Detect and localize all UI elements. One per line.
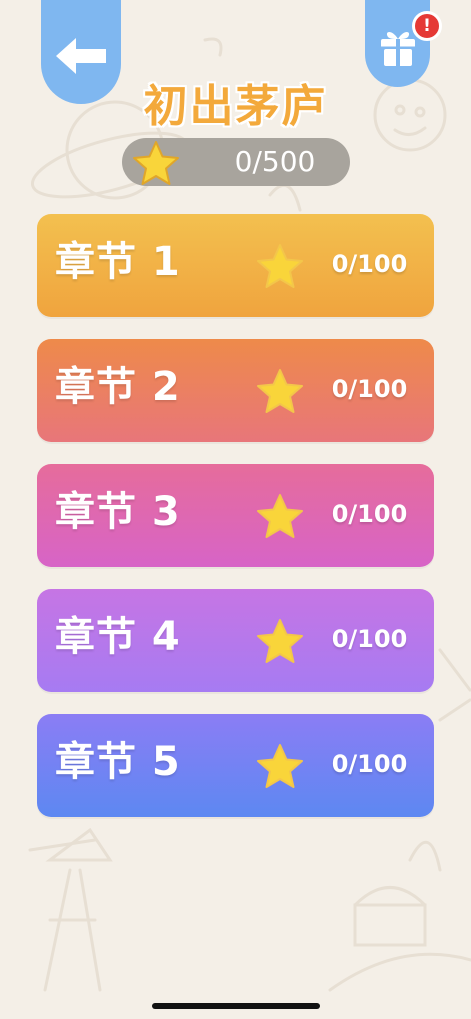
alert-badge: ! bbox=[412, 11, 442, 41]
chapter-card-5[interactable]: 章节 5 0/100 bbox=[37, 714, 434, 817]
chapter-card-1[interactable]: 章节 1 0/100 bbox=[37, 214, 434, 317]
chapter-score: 0/100 bbox=[331, 250, 408, 278]
star-icon bbox=[257, 494, 303, 538]
chapter-title: 章节 3 bbox=[55, 489, 181, 535]
home-indicator[interactable] bbox=[152, 1003, 320, 1009]
chapter-score: 0/100 bbox=[331, 625, 408, 653]
star-icon bbox=[257, 369, 303, 413]
total-score-text: 0/500 bbox=[234, 145, 316, 178]
chapter-score: 0/100 bbox=[331, 750, 408, 778]
page-title: 初出茅庐 bbox=[143, 81, 328, 132]
chapter-title: 章节 2 bbox=[55, 364, 181, 410]
chapter-title: 章节 5 bbox=[55, 739, 181, 785]
gift-icon bbox=[380, 32, 415, 66]
chapter-score: 0/100 bbox=[331, 375, 408, 403]
chapter-card-2[interactable]: 章节 2 0/100 bbox=[37, 339, 434, 442]
chapter-card-4[interactable]: 章节 4 0/100 bbox=[37, 589, 434, 692]
star-icon bbox=[257, 244, 303, 288]
star-icon bbox=[257, 744, 303, 788]
chapter-title: 章节 1 bbox=[55, 239, 181, 285]
chapter-score: 0/100 bbox=[331, 500, 408, 528]
chapter-title: 章节 4 bbox=[55, 614, 181, 660]
chapter-card-3[interactable]: 章节 3 0/100 bbox=[37, 464, 434, 567]
star-icon bbox=[133, 141, 179, 185]
star-icon bbox=[257, 619, 303, 663]
